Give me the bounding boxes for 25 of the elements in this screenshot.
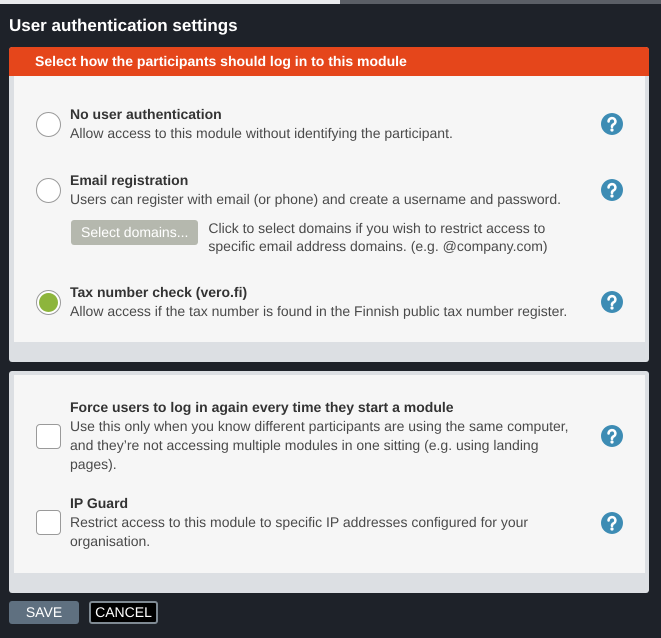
cancel-button[interactable]: CANCEL <box>89 601 158 624</box>
help-icon[interactable] <box>601 291 623 313</box>
dialog-title: User authentication settings <box>9 15 238 37</box>
help-icon[interactable] <box>601 512 623 534</box>
option-description: Users can register with email (or phone) and create a username and password. <box>70 190 562 209</box>
section-header: Select how the participants should log in to this module <box>9 47 649 76</box>
checkbox[interactable] <box>36 510 61 535</box>
domains-hint: Click to select domains if you wish to restrict access to specific email address domains. (e.g. @company.com) <box>208 219 549 255</box>
radio-button[interactable] <box>36 290 61 314</box>
help-icon[interactable] <box>601 179 623 201</box>
option-description: Restrict access to this module to specific IP addresses configured for your organisation. <box>70 513 530 551</box>
option-description: Allow access to this module without identifying the participant. <box>70 124 454 143</box>
help-icon[interactable] <box>601 425 623 447</box>
option-title: No user authentication <box>70 105 222 124</box>
option-description: Allow access if the tax number is found in the Finnish public tax number register. <box>70 302 568 321</box>
help-icon[interactable] <box>601 113 623 135</box>
option-title: IP Guard <box>70 494 128 513</box>
option-title: Force users to log in again every time they start a module <box>70 398 454 417</box>
checkbox[interactable] <box>36 424 61 448</box>
radio-button[interactable] <box>36 112 61 136</box>
save-button[interactable]: SAVE <box>9 601 79 624</box>
option-title: Email registration <box>70 171 188 190</box>
radio-button[interactable] <box>36 178 61 202</box>
option-description: Use this only when you know different participants are using the same computer, and they’re not accessing multiple modules in one sitting (e.g. using landing pages). <box>70 417 570 474</box>
option-title: Tax number check (vero.fi) <box>70 283 248 302</box>
